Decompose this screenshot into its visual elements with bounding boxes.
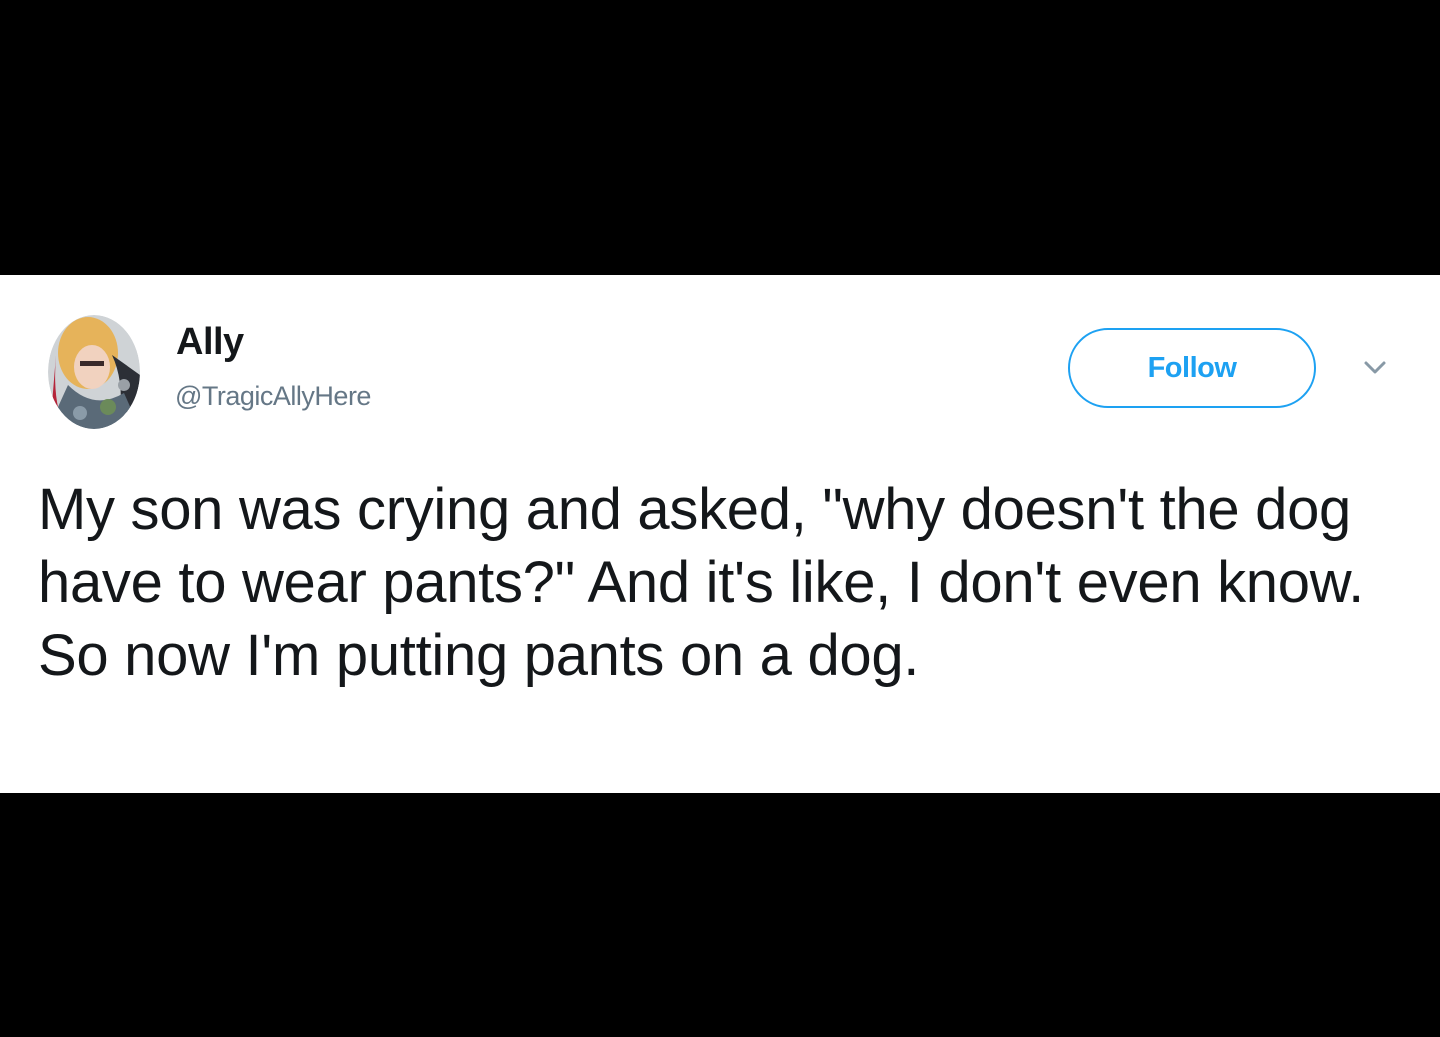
avatar[interactable] <box>48 315 140 429</box>
top-black-bar <box>0 0 1440 275</box>
follow-button-label: Follow <box>1147 351 1237 384</box>
chevron-down-icon[interactable] <box>1362 359 1388 377</box>
author-handle[interactable]: @TragicAllyHere <box>175 381 371 412</box>
tweet-text: My son was crying and asked, "why doesn'… <box>38 477 1380 688</box>
follow-button[interactable]: Follow <box>1068 328 1316 408</box>
author-display-name[interactable]: Ally <box>176 321 244 364</box>
tweet-card: Ally @TragicAllyHere Follow My son was c… <box>0 275 1440 793</box>
user-avatar-photo-icon <box>48 315 140 429</box>
bottom-black-bar <box>0 793 1440 1037</box>
